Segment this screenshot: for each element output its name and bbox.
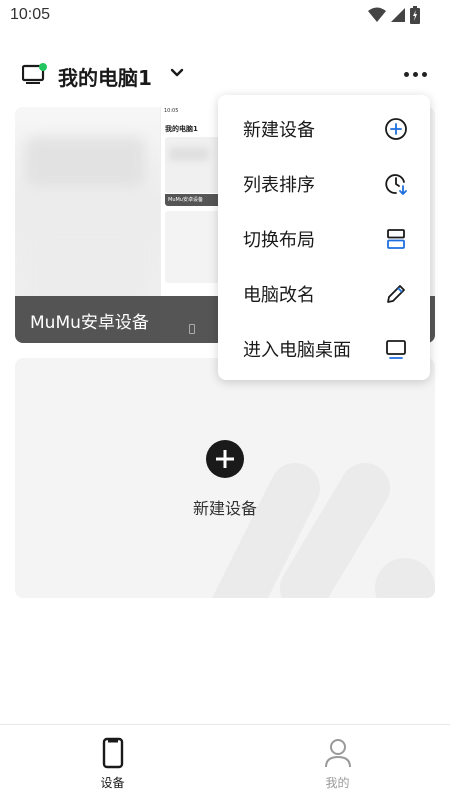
signal-icon xyxy=(391,8,405,22)
nav-item-profile[interactable]: 我的 xyxy=(225,725,450,800)
menu-item-rename[interactable]: 电脑改名 xyxy=(218,265,430,320)
bottom-nav: 设备 我的 xyxy=(0,724,450,800)
dot-icon xyxy=(421,71,427,77)
status-icons xyxy=(368,6,420,24)
menu-item-label: 切换布局 xyxy=(243,230,315,251)
phone-icon xyxy=(102,737,123,769)
desktop-icon xyxy=(386,340,406,359)
phone-icon xyxy=(189,324,195,334)
nav-label-profile: 我的 xyxy=(325,776,350,790)
page-title[interactable]: 我的电脑1 xyxy=(58,62,152,91)
nav-item-devices[interactable]: 设备 xyxy=(0,725,225,800)
menu-item-sort[interactable]: 列表排序 xyxy=(218,155,430,210)
person-icon xyxy=(324,739,351,768)
pencil-icon xyxy=(387,285,405,303)
plus-circle-icon xyxy=(385,118,407,140)
mini-time: 10:05 xyxy=(164,108,179,114)
device-name: MuMu安卓设备 xyxy=(30,313,149,333)
nav-label-devices: 设备 xyxy=(100,776,125,790)
mini-title: 我的电脑1 xyxy=(165,125,198,133)
status-time: 10:05 xyxy=(10,6,51,23)
dot-icon xyxy=(403,71,409,77)
menu-item-label: 电脑改名 xyxy=(243,285,315,306)
dot-icon xyxy=(412,71,418,77)
layout-icon xyxy=(387,229,405,249)
menu-item-enter-desktop[interactable]: 进入电脑桌面 xyxy=(218,320,430,375)
menu-item-label: 进入电脑桌面 xyxy=(243,340,351,361)
computer-icon xyxy=(22,63,47,84)
status-bar: 10:05 xyxy=(0,0,450,32)
menu-item-label: 列表排序 xyxy=(243,175,315,196)
header: 我的电脑1 xyxy=(0,52,450,96)
chevron-down-icon[interactable] xyxy=(170,68,184,78)
mini-card xyxy=(165,137,221,193)
menu-item-label: 新建设备 xyxy=(243,120,315,141)
menu-item-switch-layout[interactable]: 切换布局 xyxy=(218,210,430,265)
battery-icon xyxy=(410,6,420,24)
add-device-button[interactable] xyxy=(206,440,244,478)
mini-add-card xyxy=(165,211,221,283)
sort-clock-icon xyxy=(385,174,407,195)
mini-card-label: MuMu安卓设备 xyxy=(165,194,221,206)
add-device-card[interactable]: 新建设备 xyxy=(15,358,435,598)
more-options-button[interactable] xyxy=(402,64,428,84)
wifi-icon xyxy=(368,7,386,22)
add-device-label: 新建设备 xyxy=(192,499,257,518)
options-menu: 新建设备 列表排序 切换布局 电脑改名 进入电脑桌面 xyxy=(218,95,430,380)
menu-item-new-device[interactable]: 新建设备 xyxy=(218,100,430,155)
